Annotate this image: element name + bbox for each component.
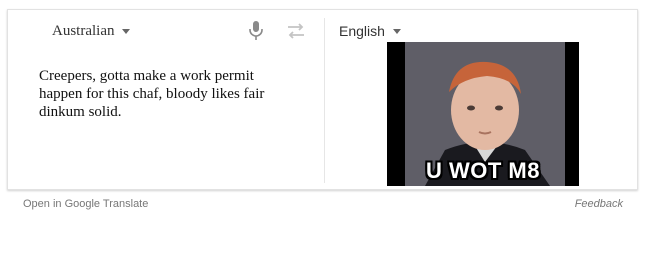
chevron-down-icon xyxy=(122,29,131,34)
swap-languages-icon[interactable] xyxy=(285,22,307,40)
translate-card: Australian Creepers, gotta make a work p… xyxy=(7,9,638,190)
open-in-google-translate-link[interactable]: Open in Google Translate xyxy=(23,198,148,210)
chevron-down-icon xyxy=(392,28,401,34)
target-language-label: English xyxy=(339,23,385,39)
image-caption: U WOT M8 xyxy=(426,158,540,183)
target-language-select[interactable]: English xyxy=(339,23,401,39)
source-language-select[interactable]: Australian xyxy=(52,23,131,40)
feedback-link[interactable]: Feedback xyxy=(575,198,623,210)
translation-image: U WOT M8 xyxy=(387,42,579,186)
panel-divider xyxy=(324,18,325,183)
source-language-label: Australian xyxy=(52,23,115,39)
source-text[interactable]: Creepers, gotta make a work permit happe… xyxy=(39,67,289,121)
microphone-icon[interactable] xyxy=(246,20,266,42)
